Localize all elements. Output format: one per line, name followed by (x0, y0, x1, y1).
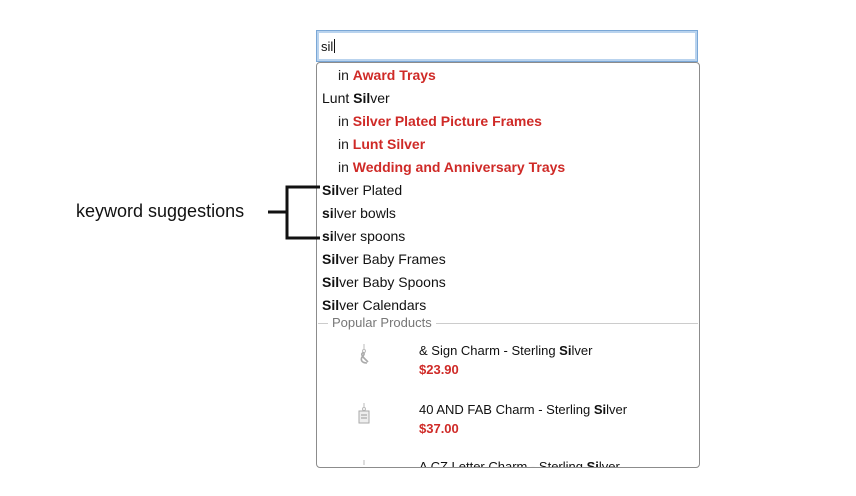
keyword-rest: ver Baby Frames (339, 251, 446, 267)
autocomplete-dropdown: in Award Trays Lunt Silver in Silver Pla… (316, 62, 700, 468)
keyword-rest: ver Calendars (339, 297, 427, 313)
suggestion-keyword-row[interactable]: Silver Calendars (322, 294, 426, 317)
category-label: Silver Plated Picture Frames (352, 113, 542, 129)
keyword-rest: ver (370, 90, 390, 106)
keyword-match: Sil (322, 297, 340, 313)
category-prefix: in (338, 136, 349, 152)
suggestion-keyword-row[interactable]: Silver Plated (322, 179, 402, 202)
charm-tag-icon (358, 403, 370, 424)
keyword-match: Sil (353, 90, 371, 106)
annotation-label: keyword suggestions (76, 201, 245, 221)
suggestion-category-row[interactable]: in Wedding and Anniversary Trays (338, 156, 565, 179)
product-price: $37.00 (419, 421, 459, 436)
product-price: $23.90 (419, 362, 459, 377)
keyword-rest: ver Plated (339, 182, 403, 198)
category-prefix: in (338, 67, 349, 83)
category-prefix: in (338, 159, 349, 175)
charm-letter-icon (363, 460, 365, 465)
bracket-icon (268, 185, 320, 240)
suggestion-keyword-row[interactable]: Silver Baby Frames (322, 248, 446, 271)
suggestion-keyword-row[interactable]: Silver Baby Spoons (322, 271, 446, 294)
keyword-rest: lver spoons (333, 228, 406, 244)
category-label: Lunt Silver (352, 136, 426, 152)
product-name: A CZ Letter Charm - Sterling Silver (419, 459, 620, 468)
suggestion-keyword-row[interactable]: silver bowls (322, 202, 396, 225)
product-name: & Sign Charm - Sterling Silver (419, 343, 593, 358)
category-label: Wedding and Anniversary Trays (352, 159, 566, 175)
suggestion-keyword-row[interactable]: Lunt Silver (322, 87, 390, 110)
category-label: Award Trays (352, 67, 436, 83)
search-input-value: sil (321, 39, 334, 54)
text-caret (334, 39, 336, 53)
suggestion-category-row[interactable]: in Silver Plated Picture Frames (338, 110, 542, 133)
suggestion-category-row[interactable]: in Lunt Silver (338, 133, 425, 156)
keyword-rest: ver Baby Spoons (339, 274, 446, 290)
keyword-rest: lver bowls (333, 205, 396, 221)
popular-products-heading: Popular Products (328, 315, 436, 331)
product-name: 40 AND FAB Charm - Sterling Silver (419, 402, 628, 417)
search-input[interactable]: sil (316, 30, 698, 62)
suggestion-keyword-row[interactable]: silver spoons (322, 225, 405, 248)
suggestion-category-row[interactable]: in Award Trays (338, 64, 436, 87)
keyword-prefix-text: Lunt (322, 90, 354, 106)
category-prefix: in (338, 113, 349, 129)
keyword-match: Sil (322, 274, 340, 290)
charm-ampersand-icon (360, 344, 369, 364)
page: sil in Award Trays Lunt Silver in Silver… (0, 0, 856, 496)
keyword-match: Sil (322, 251, 340, 267)
